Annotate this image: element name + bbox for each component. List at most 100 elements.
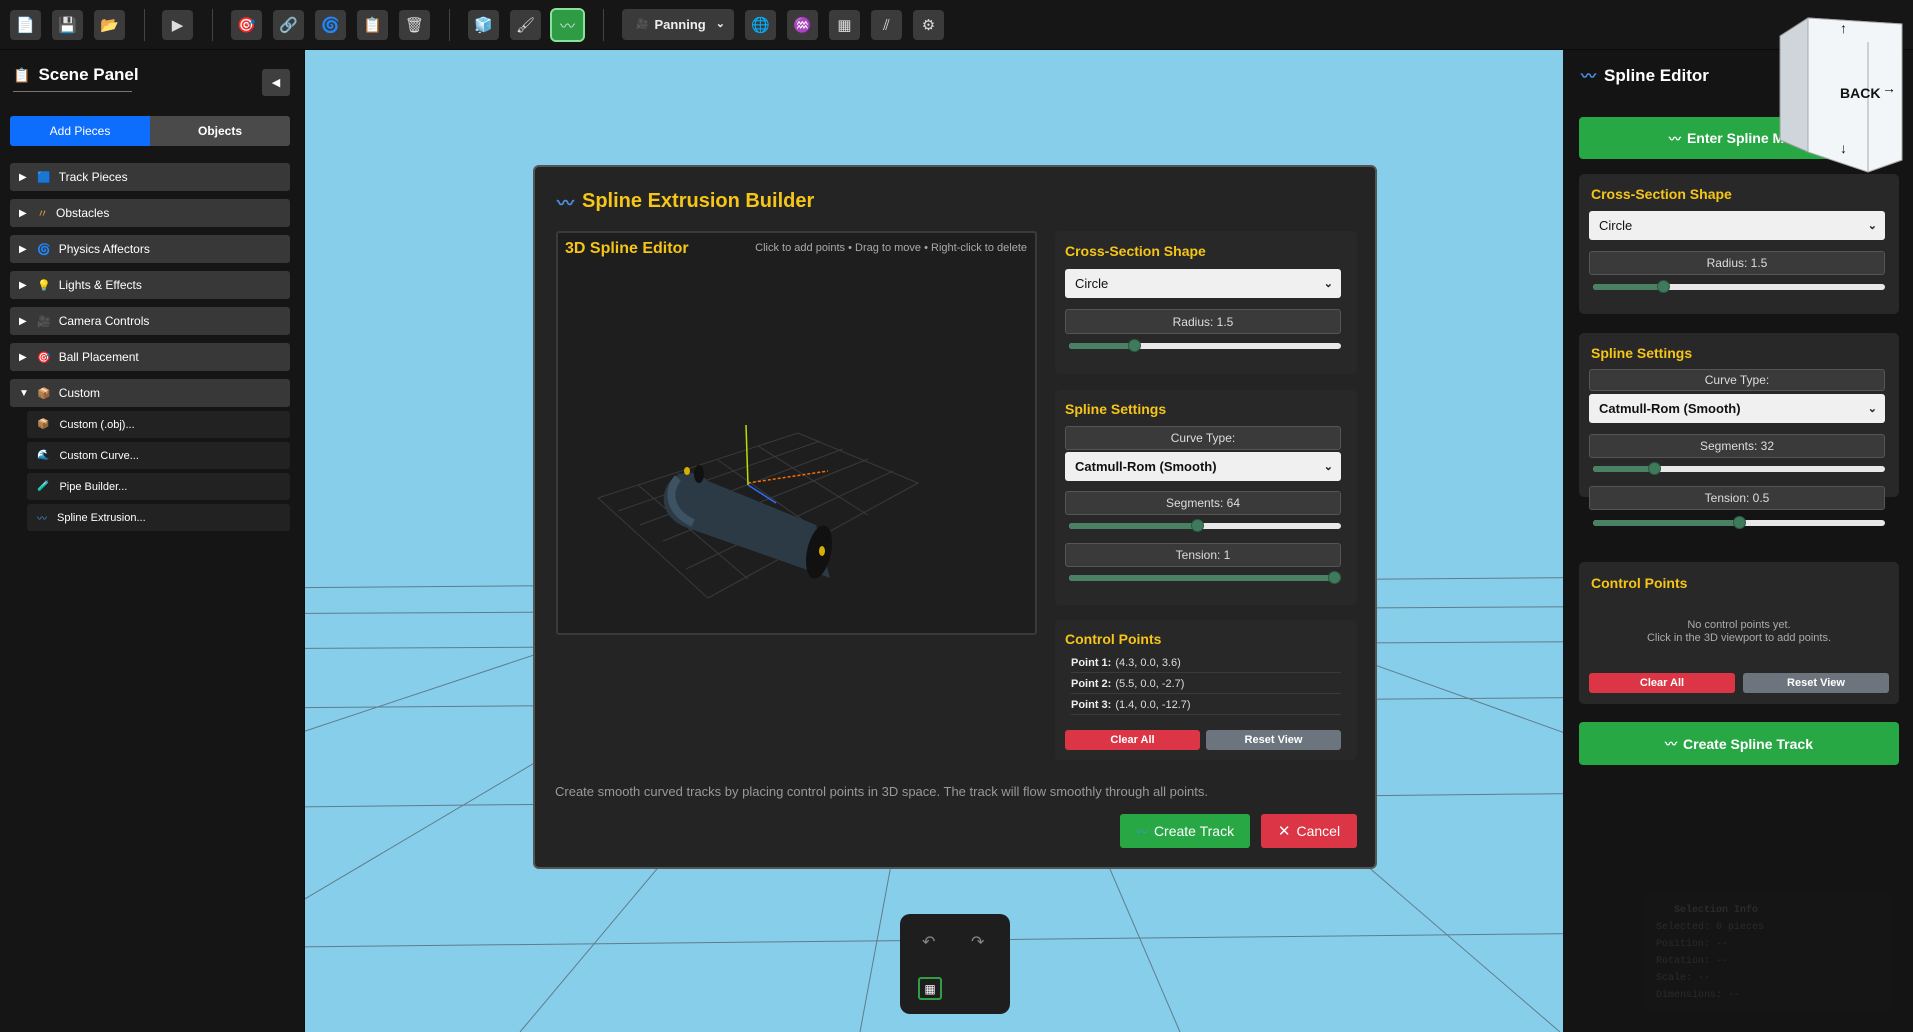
section-title: Cross-Section Shape [1065, 243, 1206, 259]
selection-info-title: Selection Info [1674, 905, 1759, 916]
settings-icon[interactable]: ⚙ [913, 10, 944, 40]
tension-slider[interactable] [1593, 516, 1885, 529]
camera-icon: 🎥 [636, 19, 649, 30]
expand-arrow-icon: ▶ [19, 351, 27, 363]
clear-all-button[interactable]: Clear All [1589, 673, 1735, 693]
physics-icon[interactable]: ♒ [787, 10, 818, 40]
modal-segments-label: Segments: 64 [1065, 491, 1341, 515]
modal-reset-view-button[interactable]: Reset View [1206, 730, 1341, 750]
physics-icon: 🌀 [37, 243, 51, 256]
toolbar-divider [603, 9, 604, 41]
checker-icon[interactable]: ▦ [829, 10, 860, 40]
package-icon: 📦 [37, 387, 51, 400]
undo-redo-widget: ↶ ↷ ▦ [900, 914, 1010, 1014]
modal-title-text: Spline Extrusion Builder [582, 190, 815, 212]
section-title: Cross-Section Shape [1591, 186, 1732, 202]
play-icon[interactable]: ▶ [162, 10, 193, 40]
scene-panel: 📋 Scene Panel ◀ Add Pieces Objects ▶ 🟦 T… [0, 50, 305, 1032]
category-lights-effects[interactable]: ▶ 💡 Lights & Effects [10, 271, 290, 299]
modal-radius-slider[interactable] [1069, 339, 1341, 352]
selection-position: Position: -- [1656, 939, 1729, 950]
control-point-row[interactable]: Point 3: (1.4, 0.0, -12.7) [1071, 695, 1341, 715]
nav-up-arrow[interactable]: ↑ [1840, 20, 1847, 36]
category-camera-controls[interactable]: ▶ 🎥 Camera Controls [10, 307, 290, 335]
spline-extrusion-item[interactable]: 〰 Spline Extrusion... [27, 504, 290, 531]
category-label: Custom [58, 386, 101, 400]
item-label: Pipe Builder... [59, 480, 128, 493]
pipe-builder-item[interactable]: 🧪 Pipe Builder... [27, 473, 290, 500]
tab-objects[interactable]: Objects [150, 116, 290, 146]
redo-icon[interactable]: ↷ [971, 932, 984, 952]
category-physics-affectors[interactable]: ▶ 🌀 Physics Affectors [10, 235, 290, 263]
trash-icon[interactable]: 🗑 [399, 10, 430, 40]
tab-add-pieces[interactable]: Add Pieces [10, 116, 150, 146]
cancel-button[interactable]: ✕ Cancel [1261, 814, 1357, 848]
create-track-button[interactable]: 〰 Create Track [1120, 814, 1250, 848]
spline-extrusion-modal: 〰 Spline Extrusion Builder 3D Spline Edi… [533, 165, 1377, 869]
modal-clear-all-button[interactable]: Clear All [1065, 730, 1200, 750]
save-icon[interactable]: 💾 [52, 10, 83, 40]
globe-icon[interactable]: 🌐 [745, 10, 776, 40]
selection-dimensions: Dimensions: -- [1656, 990, 1741, 1001]
grid-toggle-icon[interactable]: ▦ [918, 977, 942, 1000]
navigation-cube[interactable]: ↑ ↓ ← → BACK [1752, 12, 1904, 174]
camera-mode-select[interactable]: 🎥 Panning ⌄ [622, 9, 734, 40]
create-spline-track-label: Create Spline Track [1683, 735, 1813, 752]
selection-info-panel: Selection Info Selected: 0 pieces Positi… [1642, 890, 1894, 1014]
category-track-pieces[interactable]: ▶ 🟦 Track Pieces [10, 163, 290, 191]
toolbar-divider [144, 9, 145, 41]
category-label: Track Pieces [58, 170, 128, 184]
nav-down-arrow[interactable]: ↓ [1840, 140, 1847, 156]
spline-icon: 〰 [557, 194, 574, 213]
expand-arrow-icon: ▶ [19, 171, 27, 183]
clipboard-icon[interactable]: 📋 [357, 10, 388, 40]
modal-segments-slider[interactable] [1069, 519, 1341, 532]
modal-shape-select[interactable]: Circle ⌄ [1065, 269, 1341, 298]
control-point-row[interactable]: Point 1: (4.3, 0.0, 3.6) [1071, 653, 1341, 673]
spline-editor-title-text: Spline Editor [1604, 65, 1709, 85]
nav-right-arrow[interactable]: → [1882, 80, 1896, 96]
expand-arrow-icon: ▶ [19, 279, 27, 291]
target-icon[interactable]: 🎯 [231, 10, 262, 40]
spiral-icon[interactable]: 🌀 [315, 10, 346, 40]
category-ball-placement[interactable]: ▶ 🎯 Ball Placement [10, 343, 290, 371]
custom-curve-item[interactable]: 🌊 Custom Curve... [27, 442, 290, 469]
cube-icon[interactable]: 🧊 [468, 10, 499, 40]
nav-left-arrow[interactable]: ← [1755, 82, 1769, 98]
curve-type-select[interactable]: Catmull-Rom (Smooth) ⌄ [1589, 394, 1885, 423]
modal-control-points-section: Control Points Point 1: (4.3, 0.0, 3.6) … [1055, 620, 1357, 760]
undo-icon[interactable]: ↶ [922, 932, 935, 952]
section-title: Spline Settings [1591, 345, 1693, 361]
spline-3d-viewport[interactable]: 3D Spline Editor Click to add points • D… [556, 231, 1037, 635]
segments-slider[interactable] [1593, 462, 1885, 475]
create-spline-track-button[interactable]: 〰 Create Spline Track [1579, 722, 1899, 765]
reset-view-button[interactable]: Reset View [1743, 673, 1889, 693]
modal-curve-type-select[interactable]: Catmull-Rom (Smooth) ⌄ [1065, 452, 1341, 481]
expand-arrow-icon: ▶ [19, 243, 27, 255]
spline-icon[interactable]: 〰 [550, 8, 585, 42]
link-icon[interactable]: 🔗 [273, 10, 304, 40]
custom-obj-item[interactable]: 📦 Custom (.obj)... [27, 411, 290, 438]
modal-tension-slider[interactable] [1069, 571, 1341, 584]
radius-label: Radius: 1.5 [1589, 251, 1885, 275]
brush-icon[interactable]: 🖌 [510, 10, 541, 40]
collapse-panel-button[interactable]: ◀ [262, 69, 290, 96]
spline-editor-panel: 〰 Spline Editor 〰 Enter Spline Mode Cros… [1563, 50, 1913, 1032]
category-custom[interactable]: ▼ 📦 Custom [10, 379, 290, 407]
point-coords: (4.3, 0.0, 3.6) [1115, 656, 1181, 669]
nav-face-label[interactable]: BACK [1840, 85, 1880, 101]
collapse-arrow-icon: ▼ [19, 387, 29, 399]
control-point-row[interactable]: Point 2: (5.5, 0.0, -2.7) [1071, 674, 1341, 694]
expand-arrow-icon: ▶ [19, 315, 27, 327]
radius-slider[interactable] [1593, 280, 1885, 293]
speed-icon[interactable]: ⫽ [871, 10, 902, 40]
category-label: Camera Controls [58, 314, 150, 328]
tension-label: Tension: 0.5 [1589, 486, 1885, 510]
category-obstacles[interactable]: ▶ 〃 Obstacles [10, 199, 290, 227]
curve-type-label: Curve Type: [1589, 369, 1885, 391]
open-folder-icon[interactable]: 📂 [94, 10, 125, 40]
category-label: Obstacles [56, 206, 110, 220]
cross-section-shape-select[interactable]: Circle ⌄ [1589, 211, 1885, 240]
new-file-icon[interactable]: 📄 [10, 10, 41, 40]
curve-type-value: Catmull-Rom (Smooth) [1599, 401, 1741, 416]
